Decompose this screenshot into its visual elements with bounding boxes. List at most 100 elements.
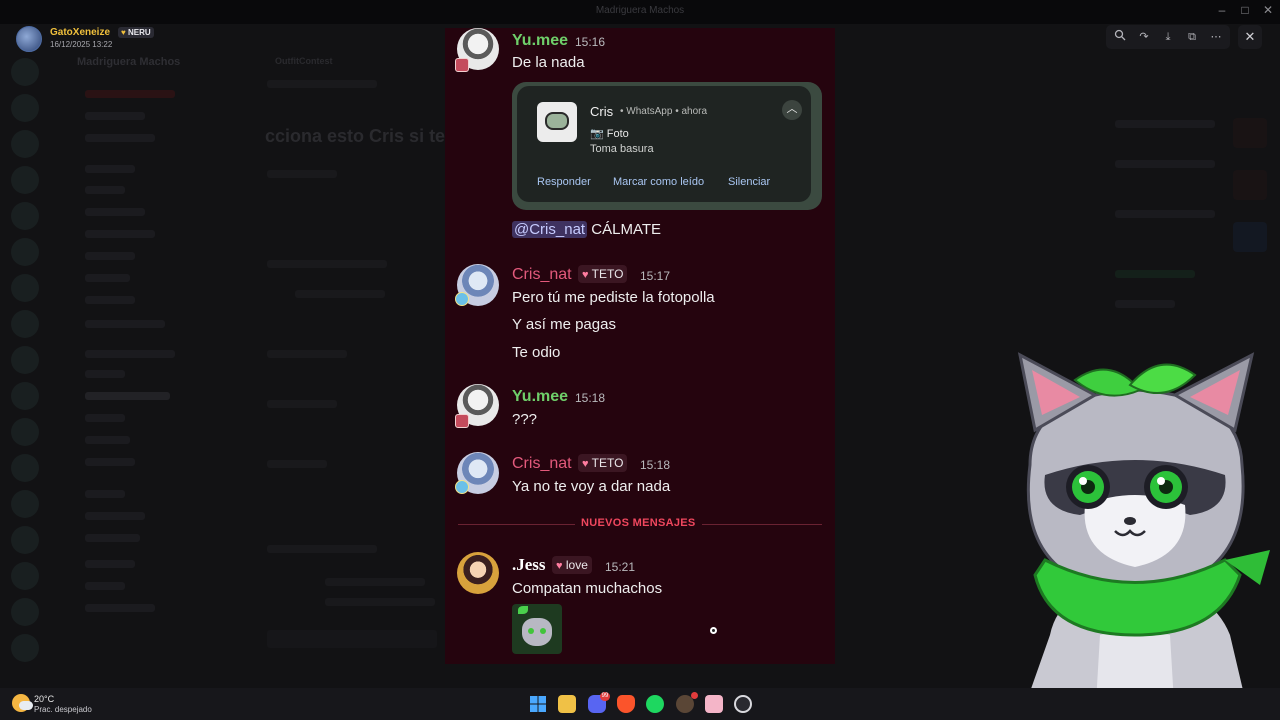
weather-condition: Prac. despejado xyxy=(34,705,92,714)
brave-browser-icon[interactable] xyxy=(617,695,635,713)
notification-card: Cris • WhatsApp • ahora 📷 Foto Toma basu… xyxy=(512,82,822,210)
channel-item xyxy=(85,230,155,238)
maximize-icon[interactable]: □ xyxy=(1237,3,1253,17)
channel-item xyxy=(85,604,155,612)
server-rail xyxy=(0,50,50,680)
timestamp: 15:17 xyxy=(640,269,671,283)
open-external-icon[interactable]: ⧉ xyxy=(1184,29,1200,45)
uploader-date: 16/12/2025 13:22 xyxy=(50,40,113,49)
download-icon[interactable]: ⤓ xyxy=(1160,29,1176,45)
server-icon xyxy=(11,418,39,446)
message-text: Ya no te voy a dar nada xyxy=(512,478,671,495)
screen: Madriguera Machos OutfitContest cciona e… xyxy=(0,0,1280,720)
server-icon xyxy=(11,130,39,158)
thumbnail xyxy=(1233,170,1267,200)
channel-item xyxy=(85,320,165,328)
app-icon[interactable] xyxy=(676,692,698,713)
channel-item xyxy=(85,186,125,194)
timestamp: 15:16 xyxy=(575,35,606,49)
message-text: Pero tú me pediste la fotopolla xyxy=(512,289,715,306)
server-icon xyxy=(11,58,39,86)
server-icon xyxy=(11,526,39,554)
server-icon xyxy=(11,382,39,410)
reply-action[interactable]: Responder xyxy=(537,176,591,188)
author-name[interactable]: Yu.mee xyxy=(512,388,568,406)
more-icon[interactable]: ⋯ xyxy=(1208,29,1224,45)
avatar-badge-icon xyxy=(455,480,469,494)
thumbnail xyxy=(1233,222,1267,252)
new-messages-label: NUEVOS MENSAJES xyxy=(575,517,702,529)
chat-line xyxy=(267,350,347,358)
chevron-up-icon[interactable]: ︿ xyxy=(782,100,802,120)
avatar[interactable] xyxy=(457,552,499,594)
server-icon xyxy=(11,490,39,518)
server-icon xyxy=(11,238,39,266)
message-text: Y así me pagas xyxy=(512,316,616,333)
chat-area: OutfitContest cciona esto Cris si te xyxy=(225,50,445,670)
minimize-icon[interactable]: – xyxy=(1214,3,1230,17)
channel-item xyxy=(85,512,145,520)
faded-heading: cciona esto Cris si te xyxy=(265,126,446,146)
mention[interactable]: @Cris_nat xyxy=(512,221,588,238)
channel-item xyxy=(85,134,155,142)
chat-line xyxy=(267,460,327,468)
member-item xyxy=(1115,210,1215,218)
message-input xyxy=(267,630,437,648)
sticker-image[interactable] xyxy=(512,604,562,654)
contact-photo xyxy=(537,102,577,142)
taskbar: 20°C Prac. despejado 99 xyxy=(0,688,1280,720)
zoom-icon[interactable] xyxy=(1112,29,1128,45)
avatar-badge-icon xyxy=(455,414,469,428)
avatar-badge-icon xyxy=(455,58,469,72)
message-text: Compatan muchachos xyxy=(512,580,663,597)
member-item xyxy=(1115,270,1195,278)
spotify-icon[interactable] xyxy=(646,695,664,713)
member-item xyxy=(1115,120,1215,128)
uploader-tag: ♥ NERU xyxy=(118,27,154,38)
mark-read-action[interactable]: Marcar como leído xyxy=(613,176,704,188)
channel-item xyxy=(85,274,130,282)
server-icon xyxy=(11,202,39,230)
author-name[interactable]: .Jess xyxy=(512,555,546,575)
start-icon[interactable] xyxy=(529,695,547,713)
chat-line xyxy=(295,290,385,298)
channel-item xyxy=(85,414,125,422)
timestamp: 15:21 xyxy=(605,560,636,574)
role-tag: ♥ TETO xyxy=(578,454,628,472)
author-name[interactable]: Cris_nat xyxy=(512,455,572,473)
server-icon xyxy=(11,94,39,122)
author-name[interactable]: Yu.mee xyxy=(512,32,568,50)
notification-body: Cris • WhatsApp • ahora 📷 Foto Toma basu… xyxy=(517,86,811,202)
mute-action[interactable]: Silenciar xyxy=(728,176,770,188)
channel-header: OutfitContest xyxy=(275,56,333,66)
forward-icon[interactable]: ↷ xyxy=(1136,29,1152,45)
media-player-icon[interactable] xyxy=(734,695,752,713)
author-name[interactable]: Cris_nat xyxy=(512,266,572,284)
channel-item xyxy=(85,560,135,568)
chat-line xyxy=(325,578,425,586)
notification-badge: 99 xyxy=(600,692,610,701)
file-explorer-icon[interactable] xyxy=(558,695,576,713)
message-text: @Cris_nat CÁLMATE xyxy=(512,221,661,238)
chat-line xyxy=(267,260,387,268)
cursor-icon xyxy=(710,627,717,634)
chat-line xyxy=(267,545,377,553)
channel-item xyxy=(85,112,145,120)
notification-app: • WhatsApp • ahora xyxy=(620,106,708,117)
channel-item xyxy=(85,582,125,590)
close-icon[interactable]: ✕ xyxy=(1238,25,1262,49)
uploader-info: GatoXeneize ♥ NERU 16/12/2025 13:22 xyxy=(14,24,194,52)
server-icon xyxy=(11,346,39,374)
channel-item xyxy=(85,436,130,444)
member-item xyxy=(1115,160,1215,168)
server-icon xyxy=(11,634,39,662)
message-text: Te odio xyxy=(512,344,561,361)
channel-item xyxy=(85,208,145,216)
app-icon[interactable] xyxy=(705,695,723,713)
window-close-icon[interactable]: ✕ xyxy=(1260,3,1276,17)
discord-icon[interactable]: 99 xyxy=(588,692,610,713)
channel-item xyxy=(85,296,135,304)
weather-icon[interactable] xyxy=(12,694,33,712)
notification-dot xyxy=(691,692,698,699)
server-icon xyxy=(11,310,39,338)
